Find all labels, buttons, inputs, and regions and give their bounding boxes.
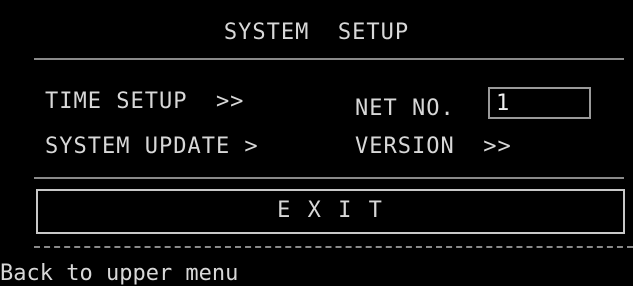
time-setup-item[interactable]: TIME SETUP >> [45,89,244,114]
options-divider [34,177,624,179]
system-setup-menu: SYSTEM SETUP TIME SETUP >> NET NO. 1 SYS… [0,0,633,286]
version-item[interactable]: VERSION >> [355,134,512,159]
menu-title: SYSTEM SETUP [223,20,410,45]
net-no-input[interactable]: 1 [488,87,591,119]
net-no-label: NET NO. [355,96,455,121]
exit-button[interactable]: E X I T [36,189,625,234]
status-divider [34,246,633,248]
title-divider [34,58,624,60]
status-help-text: Back to upper menu [0,261,239,286]
system-update-item[interactable]: SYSTEM UPDATE > [45,134,259,159]
